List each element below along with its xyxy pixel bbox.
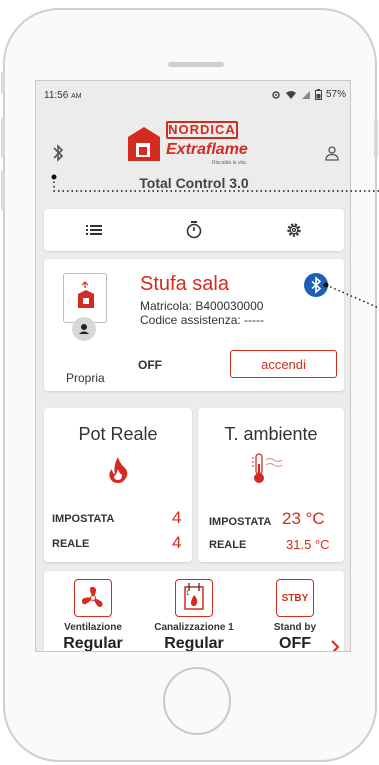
standby-icon: STBY	[281, 592, 309, 604]
status-time: 11:56 AM	[44, 90, 82, 101]
user-icon[interactable]	[324, 145, 340, 161]
stove-serial: Matricola: B400030000	[140, 299, 264, 313]
modes-card: Ventilazione Regular 1 Canalizzazione 1 …	[44, 571, 344, 652]
wifi-icon	[285, 90, 296, 99]
tab-timer[interactable]	[164, 209, 224, 251]
settings-icon	[287, 223, 301, 237]
mode-ventilation[interactable]: Ventilazione Regular	[48, 579, 138, 652]
mode-channeling-value: Regular	[164, 635, 224, 652]
mode-standby-value: OFF	[279, 635, 311, 652]
flame-icon	[109, 457, 128, 483]
stove-thumbnail	[63, 273, 107, 323]
bluetooth-icon	[311, 276, 322, 294]
stove-name: Stufa sala	[140, 273, 229, 295]
home-button[interactable]	[163, 667, 231, 735]
stove-service-code: Codice assistenza: -----	[140, 313, 265, 327]
battery-icon	[314, 89, 322, 100]
toolbar-card	[44, 209, 344, 251]
side-button-left-3	[1, 170, 5, 210]
fan-icon-box	[74, 579, 112, 617]
power-set-label: IMPOSTATA	[52, 513, 115, 525]
mode-standby-label: Stand by	[273, 622, 317, 633]
stove-card[interactable]: Propria Stufa sala Matricola: B400030000…	[44, 259, 344, 391]
power-card[interactable]: Pot Reale IMPOSTATA 4 REALE 4	[44, 408, 192, 562]
owner-badge	[72, 317, 96, 341]
mode-ventilation-value: Regular	[63, 635, 123, 652]
fan-icon	[81, 586, 103, 607]
app-title: Total Control 3.0	[139, 175, 249, 191]
sync-icon	[272, 90, 280, 99]
speaker-grille	[168, 62, 224, 67]
ambient-real-label: REALE	[209, 539, 247, 551]
ambient-set-label: IMPOSTATA	[209, 516, 272, 528]
side-button-right	[374, 118, 378, 158]
brand-logo-mark	[128, 127, 160, 161]
ambient-real-value: 31.5 °C	[286, 537, 330, 552]
mode-ventilation-label: Ventilazione	[64, 622, 122, 633]
battery-percent: 57%	[325, 89, 346, 100]
tab-list[interactable]	[64, 209, 124, 251]
status-bar: 11:56 AM 57%	[36, 81, 350, 111]
svg-text:1: 1	[186, 591, 190, 597]
power-set-value: 4	[172, 508, 182, 527]
list-icon	[86, 225, 102, 235]
side-button-left	[1, 72, 5, 94]
power-real-value: 4	[172, 533, 182, 552]
brand-tagline: Riscalda la vita.	[212, 160, 248, 166]
duct-icon-box: 1	[175, 579, 213, 617]
brand-name-top: NORDICA	[166, 121, 238, 139]
app-screen: 11:56 AM 57% NORDICA Extraflame Riscalda…	[35, 80, 351, 652]
person-icon	[79, 324, 89, 334]
ambient-card-title: T. ambiente	[224, 424, 318, 444]
mode-standby[interactable]: STBY Stand by OFF	[250, 579, 340, 652]
timer-icon	[186, 221, 202, 239]
brand-logo: NORDICA Extraflame Riscalda la vita.	[122, 119, 272, 171]
brand-name-bottom: Extraflame	[166, 141, 248, 158]
status-icons: 57%	[271, 89, 346, 100]
app-header: NORDICA Extraflame Riscalda la vita. Tot…	[36, 111, 350, 201]
ambient-temperature-card[interactable]: T. ambiente IMPOSTATA 23 °C REALE 31.5 °…	[198, 408, 344, 562]
tab-settings[interactable]	[264, 209, 324, 251]
side-button-left-2	[1, 118, 5, 158]
duct-icon: 1	[184, 583, 204, 610]
bluetooth-icon[interactable]	[51, 144, 65, 162]
chevron-right-icon[interactable]	[328, 637, 342, 652]
stove-status: OFF	[138, 358, 162, 372]
mode-channeling-label: Canalizzazione 1	[154, 622, 234, 633]
bluetooth-status-badge[interactable]	[304, 273, 328, 297]
power-card-title: Pot Reale	[78, 424, 158, 444]
power-real-label: REALE	[52, 538, 90, 550]
signal-icon	[301, 90, 310, 99]
standby-icon-box: STBY	[276, 579, 314, 617]
thermometer-icon	[252, 453, 283, 483]
ambient-set-value: 23 °C	[282, 509, 325, 528]
power-on-button[interactable]: accendi	[230, 350, 337, 378]
owner-label: Propria	[66, 371, 105, 385]
mode-channeling[interactable]: 1 Canalizzazione 1 Regular	[149, 579, 239, 652]
